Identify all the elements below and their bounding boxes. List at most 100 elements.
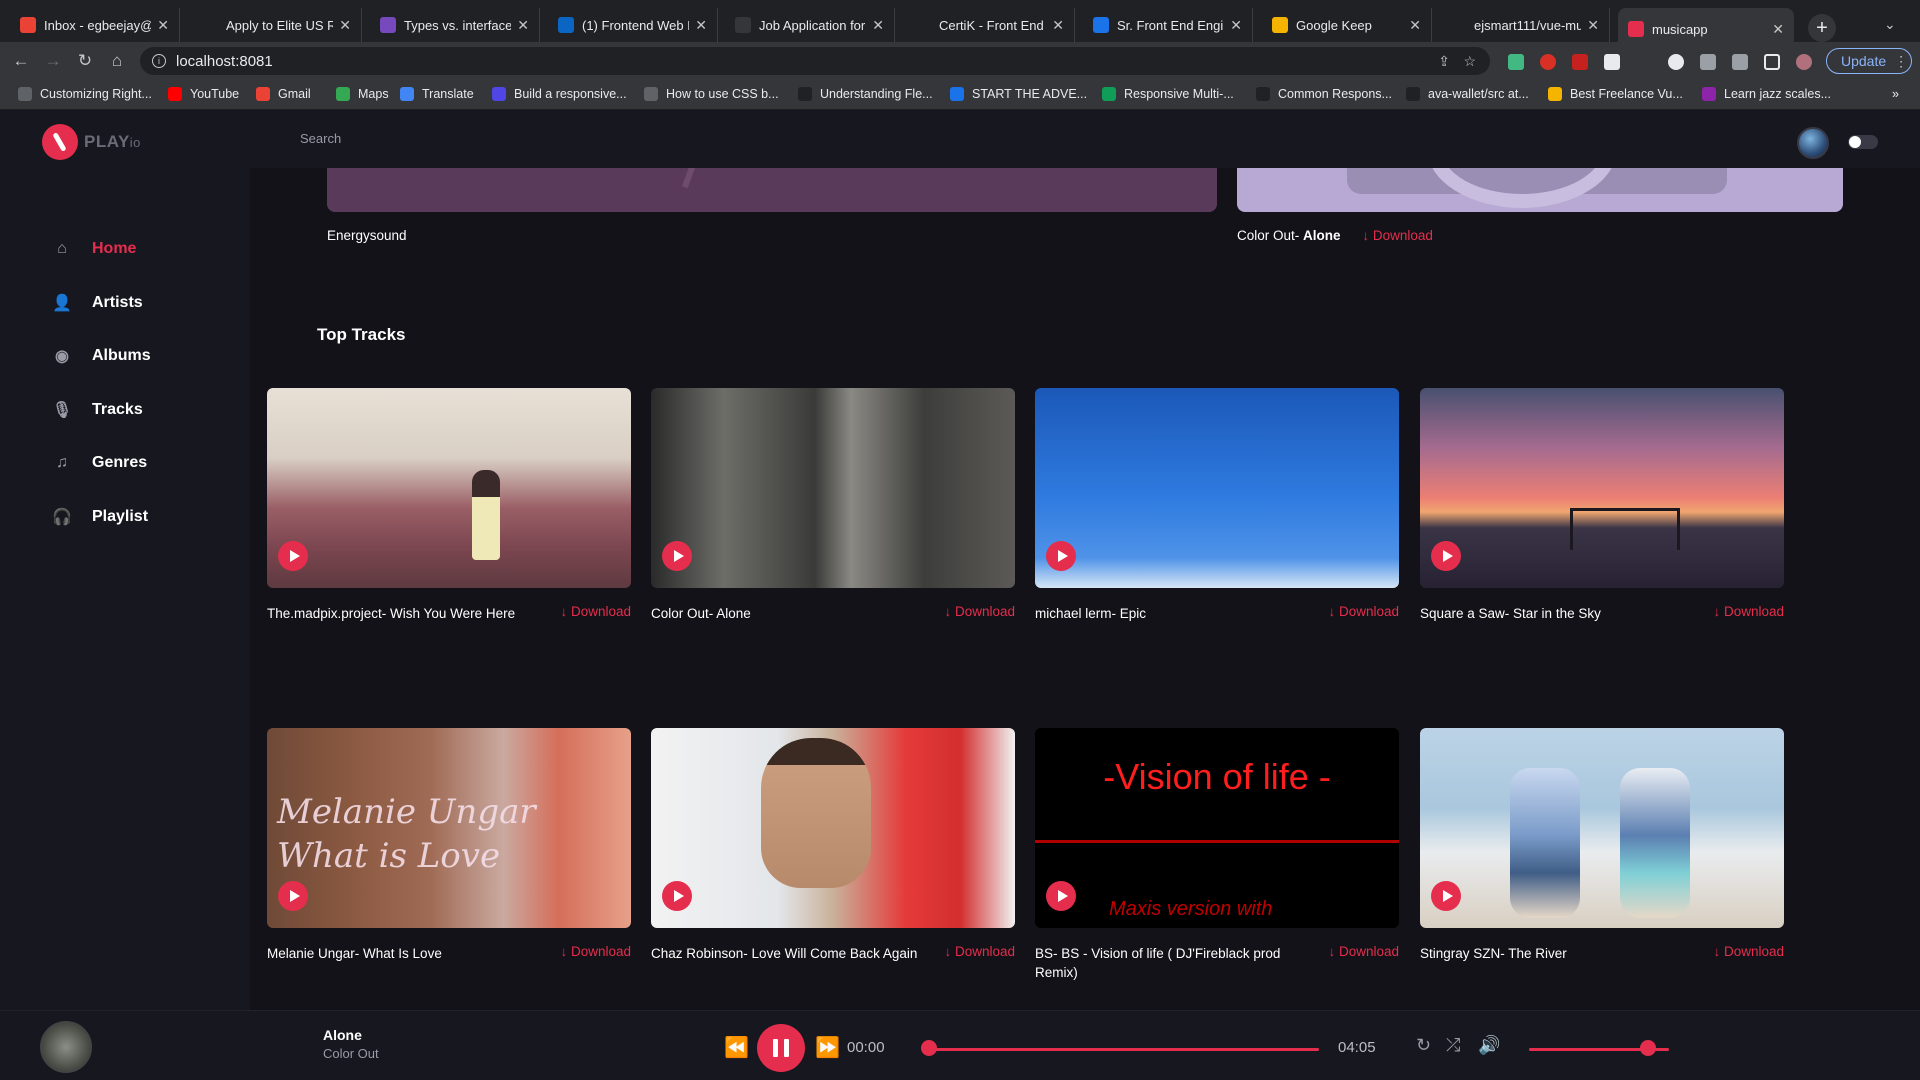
address-bar[interactable]: i localhost:8081 ⇪ ☆: [140, 47, 1490, 75]
nav-item-artists[interactable]: 👤 Artists: [50, 291, 143, 315]
pen-extension-icon[interactable]: [1604, 54, 1620, 70]
site-info-icon[interactable]: i: [152, 54, 166, 68]
close-tab-icon[interactable]: ✕: [339, 17, 351, 34]
browser-tab[interactable]: Google Keep ✕: [1262, 8, 1432, 42]
track-card[interactable]: Square a Saw- Star in the Sky ↓ Download: [1420, 388, 1784, 623]
track-title[interactable]: Melanie Ungar- What Is Love: [267, 944, 442, 963]
shuffle-icon[interactable]: ⤮: [1446, 1035, 1460, 1056]
back-icon[interactable]: ←: [10, 50, 32, 72]
volume-icon[interactable]: 🔊: [1478, 1035, 1500, 1056]
download-link[interactable]: ↓ Download: [1328, 604, 1399, 623]
nav-item-albums[interactable]: ◉ Albums: [50, 344, 151, 368]
banner-color-out[interactable]: [1237, 168, 1843, 212]
track-thumbnail[interactable]: -Vision of life - Maxis version with: [1035, 728, 1399, 928]
track-card[interactable]: The.madpix.project- Wish You Were Here ↓…: [267, 388, 631, 623]
download-link[interactable]: ↓ Download: [944, 944, 1015, 963]
profile-avatar-icon[interactable]: [1796, 54, 1812, 70]
track-thumbnail[interactable]: [267, 388, 631, 588]
bookmark-item[interactable]: Maps: [336, 87, 389, 101]
play-icon[interactable]: [1046, 881, 1076, 911]
browser-tab[interactable]: Sr. Front End Engine ✕: [1083, 8, 1253, 42]
play-icon[interactable]: [1046, 541, 1076, 571]
track-thumbnail[interactable]: [1420, 728, 1784, 928]
close-tab-icon[interactable]: ✕: [1587, 17, 1599, 34]
browser-tab[interactable]: Apply to Elite US Re ✕: [192, 8, 362, 42]
nav-item-playlist[interactable]: 🎧 Playlist: [50, 505, 148, 529]
reload-icon[interactable]: ↻: [74, 50, 96, 72]
close-tab-icon[interactable]: ✕: [517, 17, 529, 34]
new-tab-button[interactable]: +: [1808, 14, 1836, 42]
bookmark-item[interactable]: Customizing Right...: [18, 87, 152, 101]
extension-red-icon[interactable]: [1540, 54, 1556, 70]
bookmark-item[interactable]: ava-wallet/src at...: [1406, 87, 1529, 101]
search-input[interactable]: Search: [300, 131, 600, 146]
repeat-icon[interactable]: ↻: [1416, 1035, 1431, 1056]
update-button[interactable]: Update ⋮: [1826, 48, 1912, 74]
bookmark-item[interactable]: Gmail: [256, 87, 311, 101]
tab-search-icon[interactable]: ⌄: [1884, 16, 1896, 33]
bookmarks-overflow-icon[interactable]: »: [1892, 87, 1899, 101]
nav-item-tracks[interactable]: 🎙 Tracks: [50, 398, 143, 422]
bookmark-item[interactable]: YouTube: [168, 87, 239, 101]
track-card[interactable]: Melanie Ungar What is Love Melanie Ungar…: [267, 728, 631, 963]
theme-toggle[interactable]: [1848, 135, 1878, 149]
play-icon[interactable]: [278, 881, 308, 911]
close-tab-icon[interactable]: ✕: [872, 17, 884, 34]
next-icon[interactable]: ⏩: [815, 1035, 840, 1060]
bookmark-item[interactable]: Build a responsive...: [492, 87, 627, 101]
close-tab-icon[interactable]: ✕: [1772, 21, 1784, 38]
play-icon[interactable]: [662, 541, 692, 571]
previous-icon[interactable]: ⏪: [724, 1035, 749, 1060]
play-icon[interactable]: [1431, 541, 1461, 571]
banner-download-link[interactable]: ↓ Download: [1362, 228, 1433, 243]
nav-item-genres[interactable]: ♫ Genres: [50, 451, 147, 475]
progress-knob[interactable]: [921, 1040, 937, 1056]
side-panel-icon[interactable]: [1764, 54, 1780, 70]
track-title[interactable]: Stingray SZN- The River: [1420, 944, 1567, 963]
forward-icon[interactable]: →: [42, 50, 64, 72]
track-card[interactable]: -Vision of life - Maxis version with BS-…: [1035, 728, 1399, 982]
browser-tab[interactable]: Types vs. interfaces ✕: [370, 8, 540, 42]
close-tab-icon[interactable]: ✕: [1409, 17, 1421, 34]
bookmark-item[interactable]: How to use CSS b...: [644, 87, 779, 101]
bookmark-item[interactable]: Responsive Multi-...: [1102, 87, 1234, 101]
play-icon[interactable]: [662, 881, 692, 911]
download-link[interactable]: ↓ Download: [1713, 944, 1784, 963]
nav-item-home[interactable]: ⌂ Home: [50, 237, 136, 261]
share-icon[interactable]: ⇪: [1438, 53, 1450, 70]
track-thumbnail[interactable]: [651, 388, 1015, 588]
track-thumbnail[interactable]: Melanie Ungar What is Love: [267, 728, 631, 928]
track-card[interactable]: Stingray SZN- The River ↓ Download: [1420, 728, 1784, 963]
bookmark-item[interactable]: Best Freelance Vu...: [1548, 87, 1683, 101]
extension-ci-icon[interactable]: [1700, 54, 1716, 70]
progress-track[interactable]: [929, 1048, 1319, 1051]
track-card[interactable]: Color Out- Alone ↓ Download: [651, 388, 1015, 623]
logo[interactable]: PLAYio: [42, 124, 141, 160]
user-avatar[interactable]: [1797, 127, 1829, 159]
bookmark-item[interactable]: Common Respons...: [1256, 87, 1392, 101]
track-thumbnail[interactable]: [651, 728, 1015, 928]
download-link[interactable]: ↓ Download: [1328, 944, 1399, 982]
banner-energysound[interactable]: [327, 168, 1217, 212]
download-link[interactable]: ↓ Download: [560, 604, 631, 623]
close-tab-icon[interactable]: ✕: [695, 17, 707, 34]
track-title[interactable]: Chaz Robinson- Love Will Come Back Again: [651, 944, 917, 963]
close-tab-icon[interactable]: ✕: [1052, 17, 1064, 34]
track-thumbnail[interactable]: [1035, 388, 1399, 588]
bookmark-item[interactable]: Understanding Fle...: [798, 87, 933, 101]
download-link[interactable]: ↓ Download: [944, 604, 1015, 623]
play-icon[interactable]: [278, 541, 308, 571]
browser-tab[interactable]: ejsmart111/vue-musi ✕: [1440, 8, 1610, 42]
track-title[interactable]: michael lerm- Epic: [1035, 604, 1146, 623]
track-title[interactable]: Square a Saw- Star in the Sky: [1420, 604, 1601, 623]
pause-button[interactable]: [757, 1024, 805, 1072]
track-card[interactable]: michael lerm- Epic ↓ Download: [1035, 388, 1399, 623]
download-link[interactable]: ↓ Download: [1713, 604, 1784, 623]
home-browser-icon[interactable]: ⌂: [106, 50, 128, 72]
track-thumbnail[interactable]: [1420, 388, 1784, 588]
browser-tab[interactable]: CertiK - Front End W ✕: [905, 8, 1075, 42]
volume-knob[interactable]: [1640, 1040, 1656, 1056]
play-icon[interactable]: [1431, 881, 1461, 911]
extensions-puzzle-icon[interactable]: [1732, 54, 1748, 70]
close-tab-icon[interactable]: ✕: [157, 17, 169, 34]
